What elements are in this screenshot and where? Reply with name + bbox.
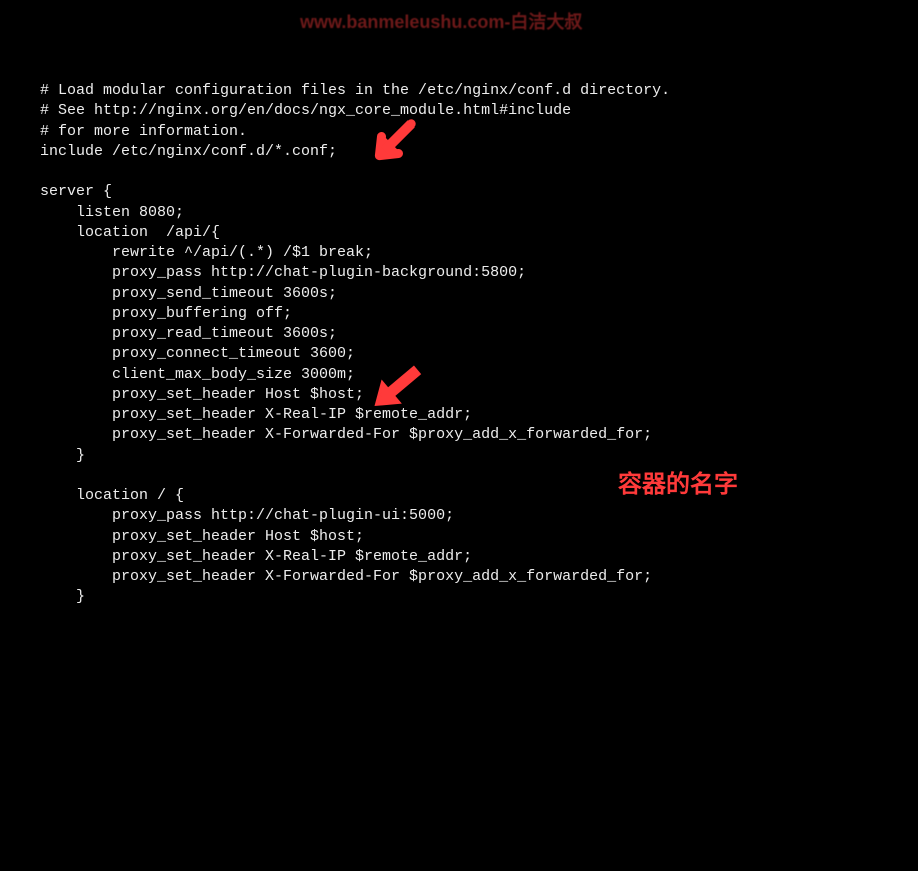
arrow-icon <box>345 348 435 438</box>
arrow-icon <box>350 105 430 185</box>
watermark-text: www.banmeleushu.com-白洁大叔 <box>300 10 582 34</box>
nginx-config-code: # Load modular configuration files in th… <box>40 81 918 608</box>
annotation-container-name: 容器的名字 <box>618 469 738 501</box>
